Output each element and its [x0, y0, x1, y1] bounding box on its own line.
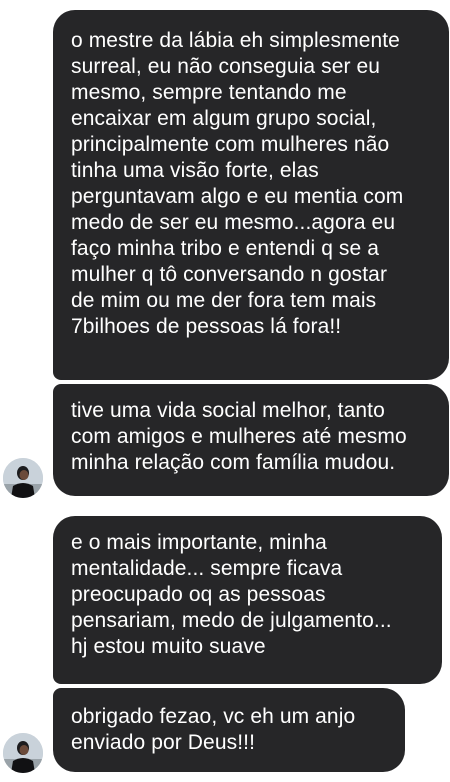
avatar[interactable] [3, 458, 43, 498]
user-photo-icon [3, 458, 43, 498]
message-bubble[interactable]: tive uma vida social melhor, tanto com a… [53, 384, 449, 496]
avatar[interactable] [3, 733, 43, 773]
user-photo-icon [3, 733, 43, 773]
message-bubble[interactable]: obrigado fezao, vc eh um anjo enviado po… [53, 688, 405, 772]
message-bubble[interactable]: o mestre da lábia eh simplesmente surrea… [53, 10, 449, 380]
message-bubble[interactable]: e o mais importante, minha mentalidade..… [53, 516, 442, 684]
